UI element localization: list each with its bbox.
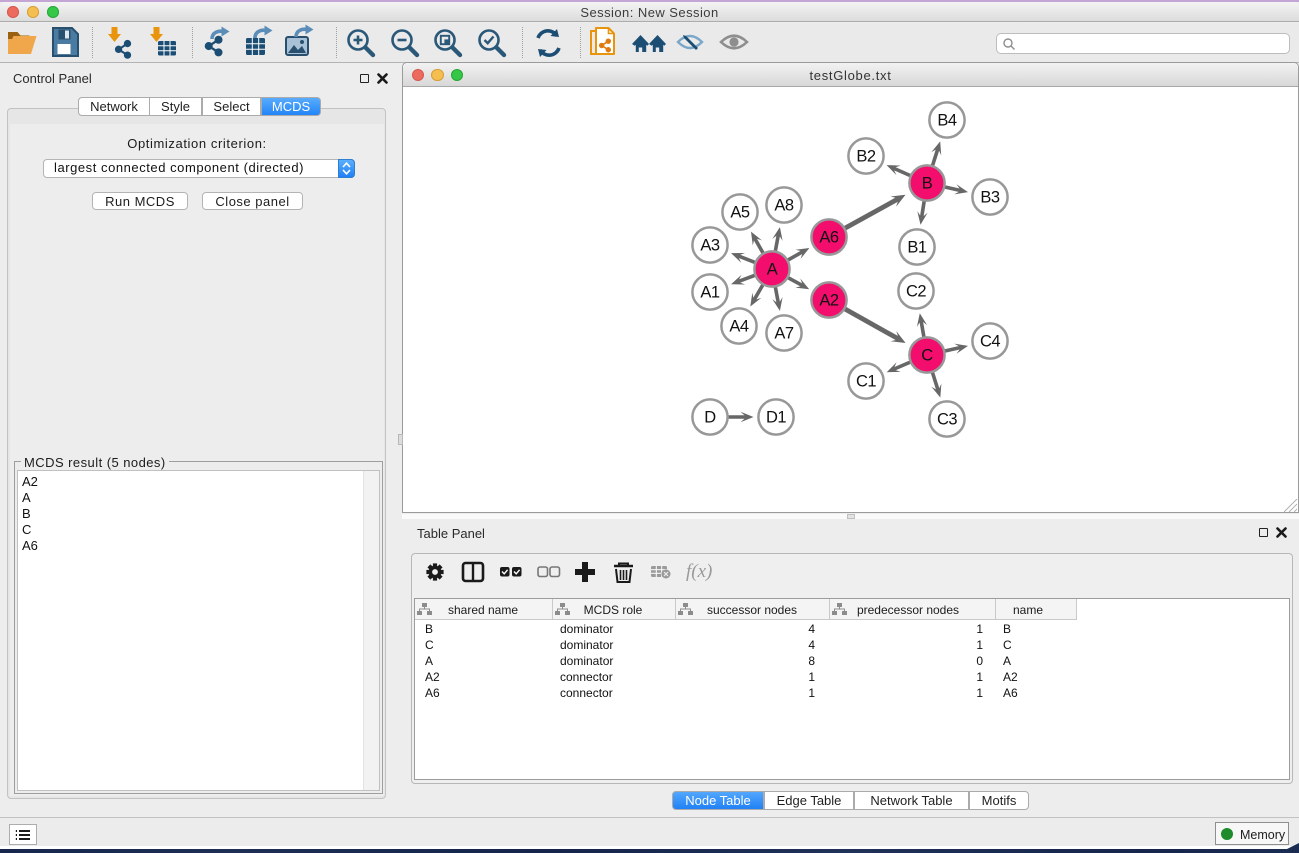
svg-text:A8: A8: [774, 197, 794, 215]
svg-text:C1: C1: [856, 373, 876, 391]
svg-text:A7: A7: [774, 325, 794, 343]
svg-text:C4: C4: [980, 333, 1000, 351]
svg-text:B3: B3: [980, 189, 1000, 207]
svg-text:C2: C2: [906, 283, 926, 301]
svg-text:B1: B1: [907, 239, 927, 257]
svg-text:B2: B2: [856, 148, 876, 166]
svg-text:A: A: [767, 261, 778, 279]
svg-text:C3: C3: [937, 411, 957, 429]
svg-text:A2: A2: [819, 292, 839, 310]
svg-text:D1: D1: [766, 409, 786, 427]
svg-text:B4: B4: [937, 112, 957, 130]
svg-text:A6: A6: [819, 229, 839, 247]
svg-text:C: C: [921, 347, 933, 365]
svg-text:B: B: [922, 175, 933, 193]
